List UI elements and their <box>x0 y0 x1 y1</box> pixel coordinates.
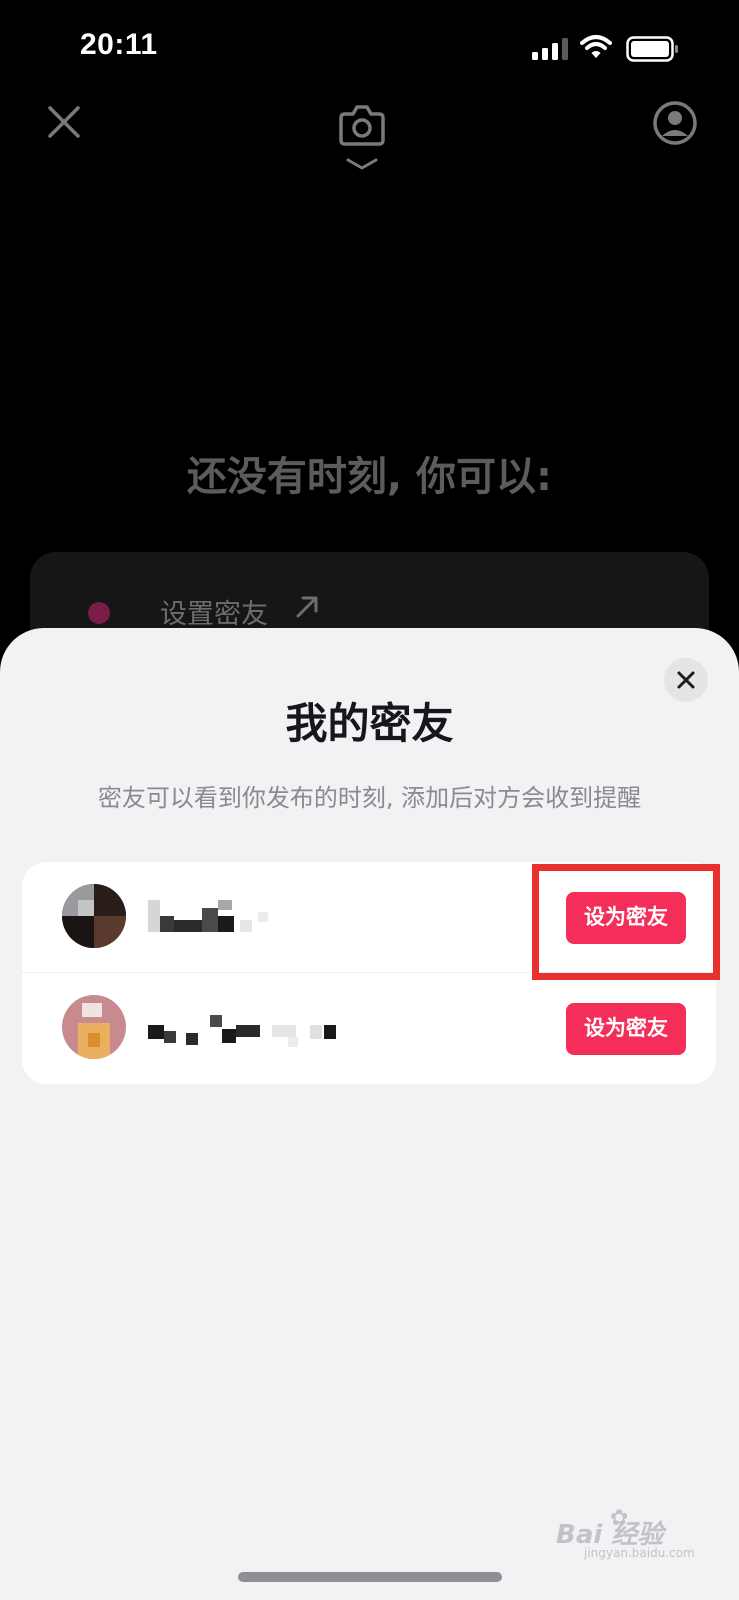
empty-state-title: 还没有时刻, 你可以: <box>186 454 553 500</box>
friend-row: 设为密友 <box>22 973 716 1084</box>
highlight-annotation-box <box>532 864 720 980</box>
suggestion-dot <box>88 602 110 624</box>
arrow-up-right-icon <box>296 596 318 618</box>
friend-name-redacted <box>148 1011 368 1051</box>
sheet-title: 我的密友 <box>285 699 454 748</box>
friend-name-redacted <box>148 900 368 940</box>
close-icon <box>677 671 695 689</box>
set-close-friend-button[interactable]: 设为密友 <box>566 1003 686 1055</box>
watermark-sub: jingyan.baidu.com <box>584 1546 695 1560</box>
avatar[interactable] <box>62 884 126 948</box>
camera-icon[interactable] <box>337 100 387 148</box>
chevron-down-icon[interactable] <box>344 156 380 172</box>
friends-sheet: 我的密友 密友可以看到你发布的时刻, 添加后对方会收到提醒 设为密友 设为密友 <box>0 628 739 1600</box>
avatar[interactable] <box>62 995 126 1059</box>
close-icon[interactable] <box>44 102 84 142</box>
status-time: 20:11 <box>80 28 158 61</box>
home-indicator[interactable] <box>238 1572 502 1582</box>
signal-icon <box>532 38 568 60</box>
status-bar: 20:11 <box>0 0 739 100</box>
wifi-icon <box>580 35 612 58</box>
profile-icon[interactable] <box>652 100 698 146</box>
suggestion-label: 设置密友 <box>160 599 268 630</box>
sheet-subtitle: 密友可以看到你发布的时刻, 添加后对方会收到提醒 <box>97 784 642 812</box>
baidu-jingyan-watermark: ✿ Bai 经验 jingyan.baidu.com <box>556 1504 706 1564</box>
battery-icon <box>626 36 678 62</box>
